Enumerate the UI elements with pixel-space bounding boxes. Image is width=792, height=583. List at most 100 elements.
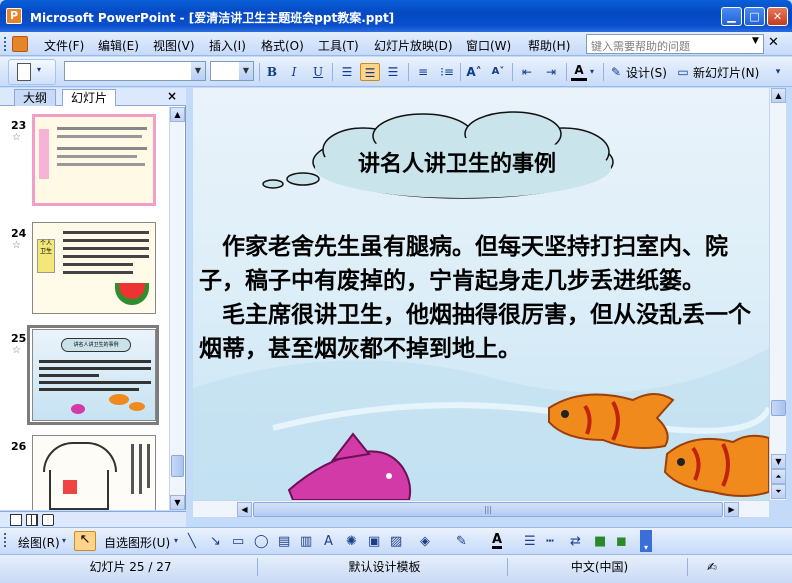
toolbar-options-icon[interactable]: ▾ <box>640 530 652 552</box>
close-button[interactable]: ✕ <box>767 7 788 26</box>
arrow-tool-icon[interactable]: ↘ <box>210 534 221 549</box>
numbered-list-icon[interactable]: ≡ <box>414 63 432 81</box>
oval-tool-icon[interactable]: ◯ <box>254 534 269 549</box>
scroll-thumb[interactable]: ||| <box>253 502 723 517</box>
design-button[interactable]: 设计(S) <box>626 64 667 81</box>
3d-style-icon[interactable]: ◼ <box>616 534 627 549</box>
align-center-icon[interactable]: ☰ <box>360 63 380 81</box>
scroll-thumb[interactable] <box>771 400 786 416</box>
status-bar: 幻灯片 25 / 27 默认设计模板 中文(中国) ✍ <box>0 554 792 583</box>
menu-help[interactable]: 帮助(H) <box>528 37 570 54</box>
line-tool-icon[interactable]: ╲ <box>188 534 196 549</box>
slide-sorter-view-icon[interactable] <box>26 514 38 526</box>
wordart-icon[interactable]: A <box>324 534 333 549</box>
scroll-right-icon[interactable]: ▶ <box>724 502 739 517</box>
menu-edit[interactable]: 编辑(E) <box>98 37 139 54</box>
menu-tools[interactable]: 工具(T) <box>318 37 359 54</box>
menu-view[interactable]: 视图(V) <box>153 37 195 54</box>
document-close-icon[interactable]: ✕ <box>768 35 779 50</box>
menu-insert[interactable]: 插入(I) <box>209 37 246 54</box>
bold-button[interactable]: B <box>264 63 280 81</box>
decrease-indent-icon[interactable]: ⇤ <box>518 63 536 81</box>
menu-format[interactable]: 格式(O) <box>261 37 304 54</box>
clipart-icon[interactable]: ▣ <box>368 534 380 549</box>
design-template-status[interactable]: 默认设计模板 <box>262 558 508 576</box>
next-slide-icon[interactable]: ⏷ <box>771 484 786 499</box>
select-pointer-icon[interactable]: ↖ <box>74 531 96 551</box>
font-color-icon[interactable]: A <box>492 533 503 549</box>
rectangle-tool-icon[interactable]: ▭ <box>232 534 244 549</box>
chevron-down-icon[interactable]: ▾ <box>590 63 594 81</box>
scroll-down-icon[interactable]: ▼ <box>771 454 786 469</box>
shadow-style-icon[interactable]: ■ <box>594 534 606 549</box>
menu-slideshow[interactable]: 幻灯片放映(D) <box>374 37 453 54</box>
chevron-down-icon[interactable]: ▼ <box>191 62 205 80</box>
slide-title[interactable]: 讲名人讲卫生的事例 <box>343 146 571 178</box>
tab-outline[interactable]: 大纲 <box>14 89 57 106</box>
maximize-button[interactable]: □ <box>744 7 765 26</box>
tab-slides[interactable]: 幻灯片 <box>62 89 117 106</box>
diagram-icon[interactable]: ✺ <box>346 534 357 549</box>
grip-icon[interactable] <box>4 37 7 51</box>
slideshow-view-icon[interactable] <box>42 514 54 526</box>
scroll-thumb[interactable] <box>171 455 184 477</box>
help-search-input[interactable]: 键入需要帮助的问题 <box>586 34 764 54</box>
new-slide-button[interactable]: 新幻灯片(N) <box>693 64 759 81</box>
slide-thumbnail-25[interactable]: 讲名人讲卫生的事例 <box>32 329 156 421</box>
line-style-icon[interactable]: ☰ <box>524 534 536 549</box>
document-icon[interactable] <box>12 36 28 52</box>
chevron-down-icon[interactable]: ▾ <box>37 61 41 79</box>
spelling-check-icon[interactable]: ✍ <box>692 558 732 576</box>
previous-slide-icon[interactable]: ⏶ <box>771 469 786 484</box>
scroll-up-icon[interactable]: ▲ <box>170 107 185 122</box>
slide-body-text[interactable]: 作家老舍先生虽有腿病。但每天坚持打扫室内、院子，稿子中有废掉的，宁肯起身走几步丢… <box>199 230 761 366</box>
line-color-icon[interactable]: ✎ <box>456 534 467 549</box>
decrease-font-icon[interactable]: A˅ <box>490 63 506 81</box>
scroll-up-icon[interactable]: ▲ <box>771 88 786 103</box>
vertical-textbox-icon[interactable]: ▥ <box>300 534 312 549</box>
scroll-left-icon[interactable]: ◀ <box>237 502 252 517</box>
toolbar-options-icon[interactable]: ▾ <box>772 63 784 81</box>
align-left-icon[interactable]: ☰ <box>338 63 356 81</box>
font-size-select[interactable]: ▼ <box>210 61 254 81</box>
arrow-style-icon[interactable]: ⇄ <box>570 534 581 549</box>
align-right-icon[interactable]: ☰ <box>384 63 402 81</box>
increase-font-icon[interactable]: A˄ <box>466 63 482 81</box>
slides-pane-scrollbar[interactable]: ▲ ▼ <box>169 107 185 510</box>
design-icon[interactable]: ✎ <box>609 63 623 81</box>
scroll-down-icon[interactable]: ▼ <box>170 495 185 510</box>
italic-button[interactable]: I <box>286 63 302 81</box>
grip-icon[interactable] <box>4 533 7 547</box>
increase-indent-icon[interactable]: ⇥ <box>542 63 560 81</box>
fill-color-icon[interactable]: ◈ <box>420 534 430 549</box>
powerpoint-app-icon[interactable] <box>6 8 22 24</box>
picture-icon[interactable]: ▨ <box>390 534 402 549</box>
textbox-tool-icon[interactable]: ▤ <box>278 534 290 549</box>
draw-menu-button[interactable]: 绘图(R) <box>18 534 60 551</box>
menu-file[interactable]: 文件(F) <box>44 37 84 54</box>
chevron-down-icon[interactable]: ▾ <box>174 536 178 545</box>
chevron-down-icon[interactable]: ▾ <box>62 536 66 545</box>
new-document-icon[interactable] <box>17 63 31 81</box>
slide-vertical-scrollbar[interactable]: ▲ ▼ ⏶ ⏷ <box>769 88 786 500</box>
slide-thumbnail-24[interactable]: 个人卫生 <box>32 222 156 314</box>
slide-canvas[interactable]: 讲名人讲卫生的事例 作家老舍先生虽有腿病。但每天坚持打扫室内、院子，稿子中有废掉… <box>193 88 769 500</box>
font-color-icon[interactable]: A <box>571 63 587 81</box>
slide-thumbnail-23[interactable] <box>32 114 156 206</box>
dash-style-icon[interactable]: ┅ <box>546 534 554 549</box>
menu-window[interactable]: 窗口(W) <box>466 37 511 54</box>
slide-number: 26 <box>11 440 27 453</box>
chevron-down-icon[interactable]: ▼ <box>239 62 253 80</box>
normal-view-icon[interactable] <box>10 514 22 526</box>
underline-button[interactable]: U <box>310 63 326 81</box>
minimize-button[interactable]: ▁ <box>721 7 742 26</box>
chevron-down-icon[interactable]: ▼ <box>752 36 759 46</box>
language-status[interactable]: 中文(中国) <box>512 558 688 576</box>
autoshapes-button[interactable]: 自选图形(U) <box>104 534 170 551</box>
bullet-list-icon[interactable]: ⁝≡ <box>438 63 456 81</box>
font-name-select[interactable]: ▼ <box>64 61 206 81</box>
close-icon[interactable]: × <box>167 89 177 103</box>
new-slide-icon[interactable]: ▭ <box>676 63 690 81</box>
slide-thumbnail-26[interactable] <box>32 435 156 510</box>
slide-horizontal-scrollbar[interactable]: ◀ ||| ▶ <box>193 500 769 517</box>
